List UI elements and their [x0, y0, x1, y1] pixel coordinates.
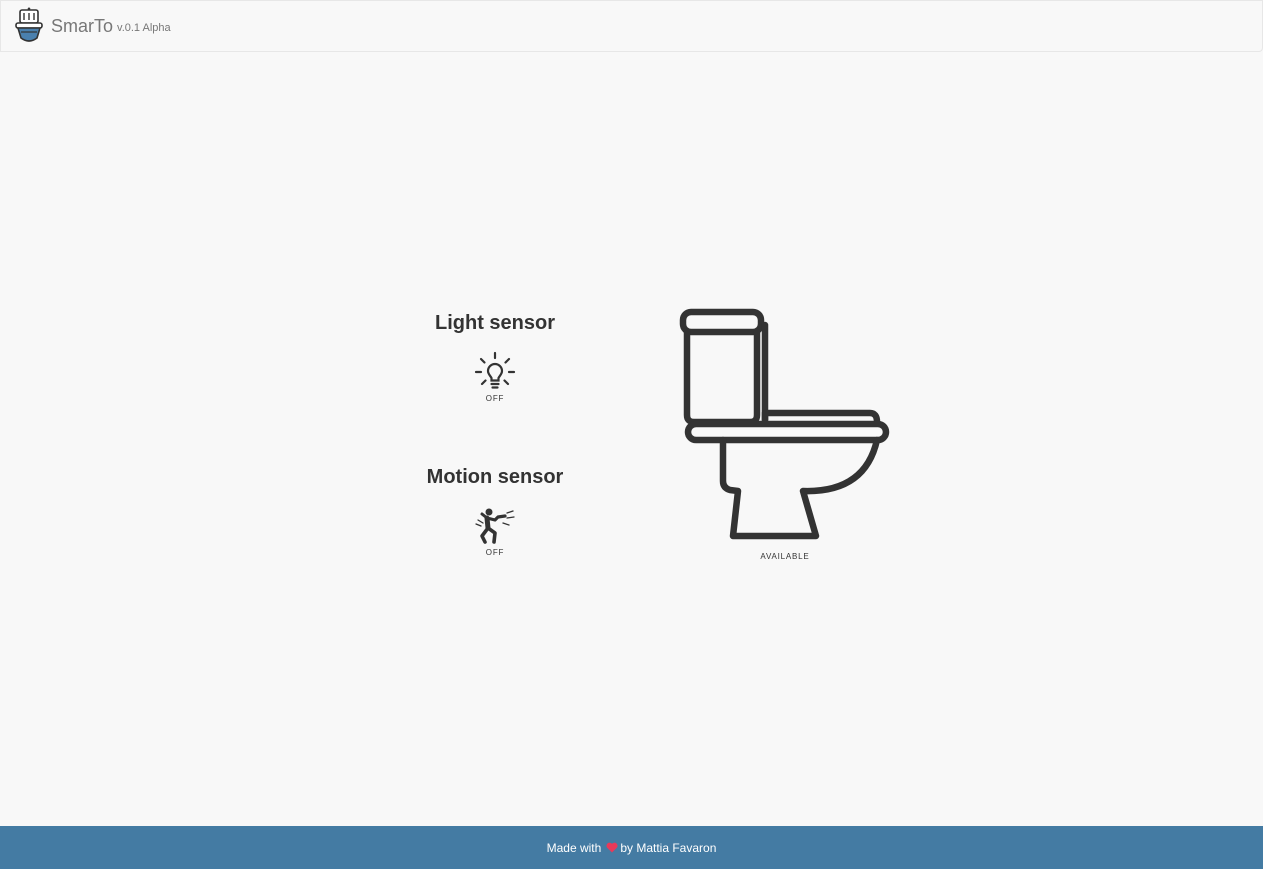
footer-made-with: Made with — [546, 840, 602, 855]
motion-sensor-title: Motion sensor — [426, 466, 564, 488]
toilet-logo-icon — [15, 7, 43, 42]
footer-author: by Mattia Favaron — [620, 840, 717, 855]
brand-name: SmarTo — [51, 16, 114, 36]
brand-version: v.0.1 Alpha — [117, 22, 171, 34]
motion-sensor-status: OFF — [485, 548, 505, 557]
heart-icon — [606, 842, 618, 853]
footer: Made with by Mattia Favaron — [0, 826, 1263, 869]
brand-link[interactable]: SmarTo v.0.1 Alpha — [15, 7, 171, 45]
toilet-panel: AVAILABLE — [660, 300, 910, 561]
running-person-icon — [475, 508, 515, 544]
light-sensor-title: Light sensor — [434, 312, 555, 334]
toilet-status: AVAILABLE — [760, 552, 810, 561]
light-sensor-status: OFF — [485, 394, 505, 403]
lightbulb-icon — [474, 351, 516, 389]
top-navbar: SmarTo v.0.1 Alpha — [0, 0, 1263, 52]
motion-sensor-panel: Motion sensor OFF — [395, 465, 595, 557]
light-sensor-panel: Light sensor OFF — [395, 311, 595, 403]
toilet-icon — [679, 308, 890, 540]
